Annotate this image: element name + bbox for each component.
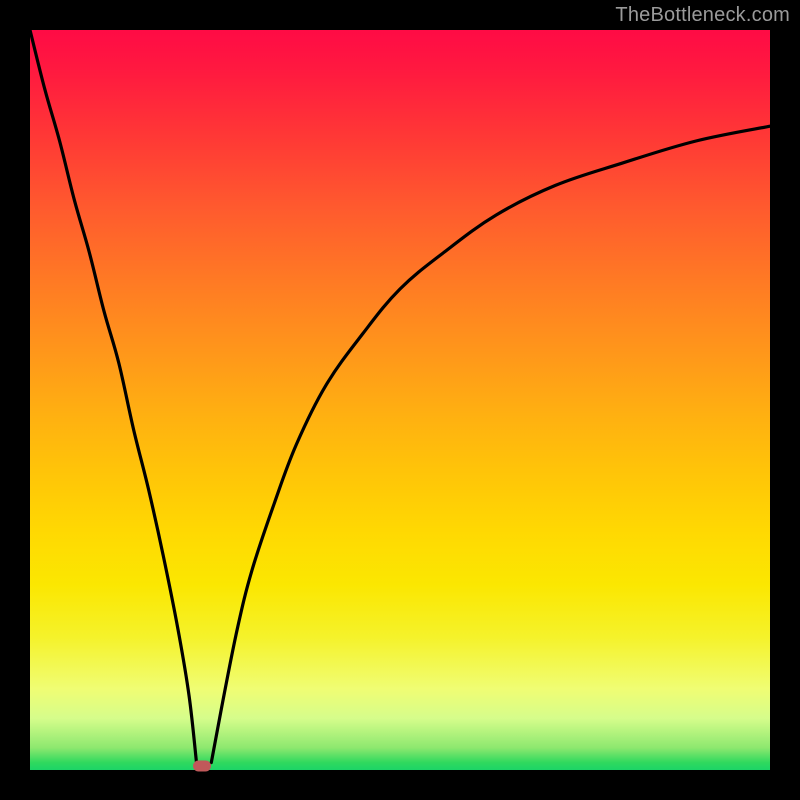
bottleneck-curve — [30, 30, 770, 770]
curve-left-branch — [30, 30, 197, 763]
plot-area — [30, 30, 770, 770]
chart-frame: TheBottleneck.com — [0, 0, 800, 800]
bottleneck-marker — [193, 760, 211, 771]
curve-right-branch — [211, 126, 770, 762]
watermark-text: TheBottleneck.com — [615, 4, 790, 27]
